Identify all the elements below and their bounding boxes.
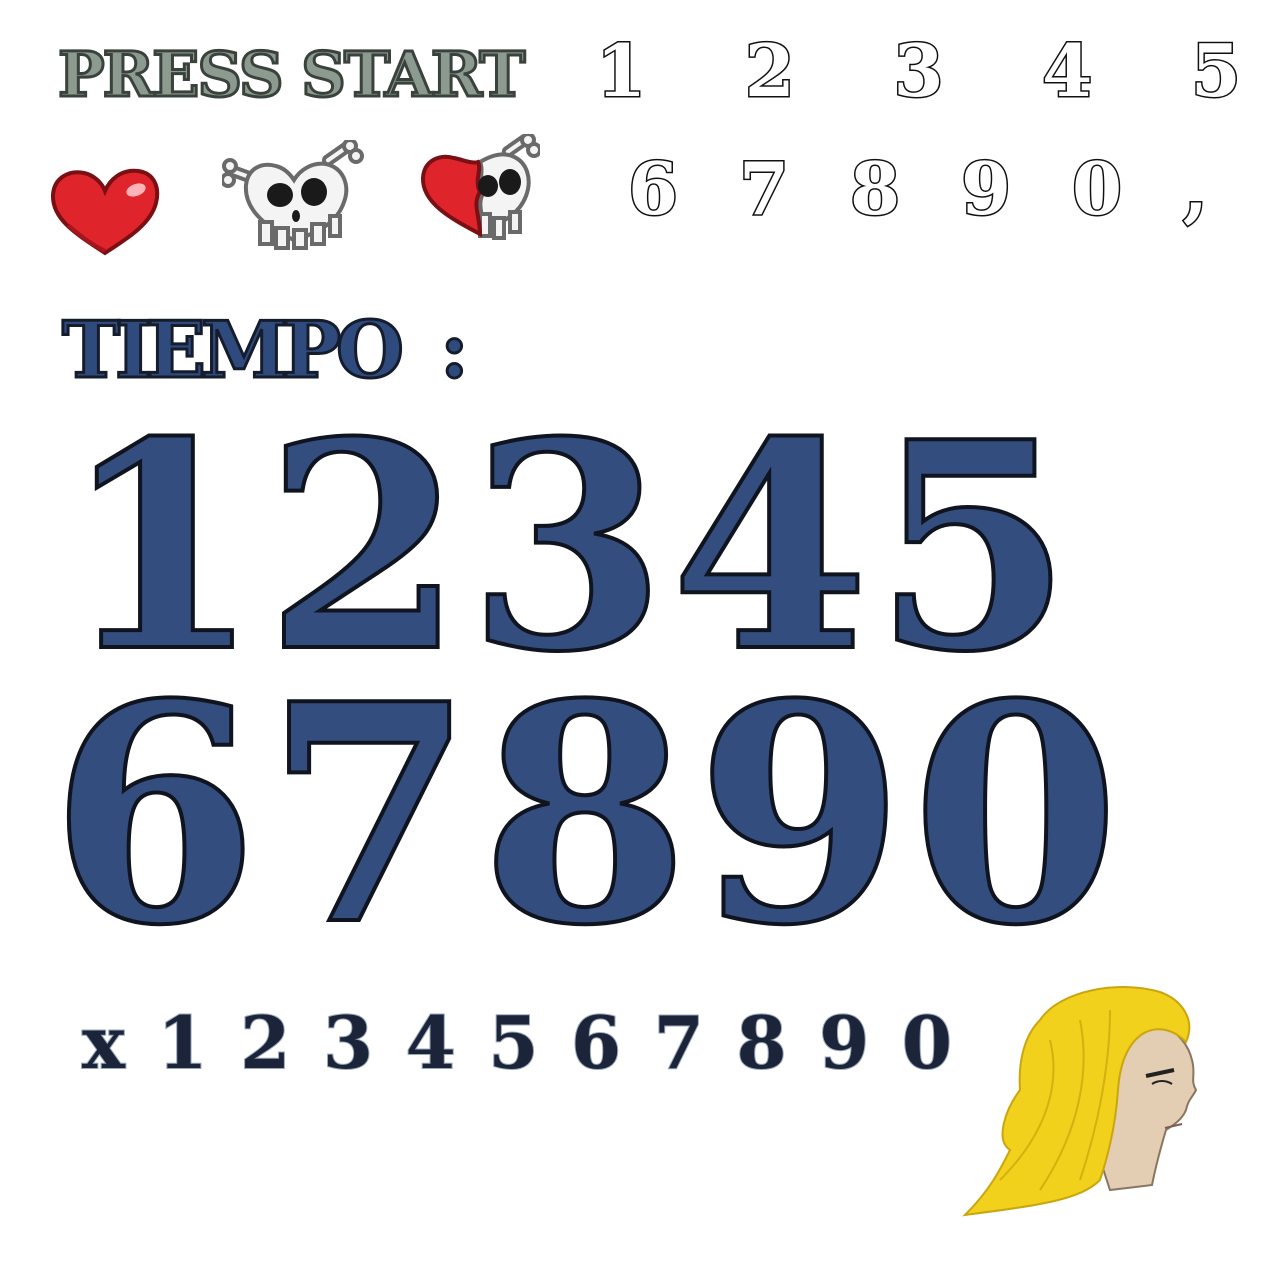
press-start-label: PRESS START [56, 37, 526, 113]
big-digit-sprite: 0 [909, 638, 1122, 991]
big-digit-sprite: 7 [263, 638, 476, 991]
small-digit-sprite: 8 [735, 999, 787, 1086]
small-digit-sprite: 7 [653, 999, 705, 1086]
small-digit-sprite: 4 [405, 999, 457, 1086]
white-digits-row-1: 1 2 3 4 5 [594, 27, 1242, 115]
digit-sprite: 5 [1189, 27, 1242, 115]
heart-icon [50, 168, 160, 256]
digit-sprite: 2 [743, 27, 796, 115]
small-digit-sprite: 0 [901, 999, 953, 1086]
digit-sprite: 7 [737, 145, 790, 233]
small-digit-sprite: 2 [239, 999, 291, 1086]
small-digit-sprite: 3 [322, 999, 374, 1086]
big-digit-sprite: 6 [48, 638, 261, 991]
small-digit-sprite: 9 [818, 999, 870, 1086]
small-digit-sprite: 5 [487, 999, 539, 1086]
skull-heart-icon [222, 140, 364, 250]
digit-sprite: 8 [848, 145, 901, 233]
small-digit-sprite: 6 [570, 999, 622, 1086]
digit-sprite: 3 [892, 27, 945, 115]
big-digits-row-2: 6 7 8 9 0 [48, 638, 1122, 991]
character-portrait [962, 986, 1198, 1217]
digit-sprite: 4 [1041, 27, 1094, 115]
big-digit-sprite: 8 [479, 638, 692, 991]
digit-sprite: 1 [594, 27, 647, 115]
digit-sprite: 0 [1070, 145, 1123, 233]
small-digit-sprite: 1 [157, 999, 209, 1086]
big-digit-sprite: 9 [694, 638, 907, 991]
digit-sprite: 6 [626, 145, 679, 233]
broken-skull-heart-icon [420, 134, 540, 240]
multiplier-digits-row: x 1 2 3 4 5 6 7 8 9 0 [81, 999, 953, 1086]
white-digits-row-2: 6 7 8 9 0 , [626, 145, 1209, 233]
digit-sprite: 9 [959, 145, 1012, 233]
multiplier-x-sprite: x [81, 999, 126, 1086]
comma-sprite: , [1181, 145, 1209, 233]
